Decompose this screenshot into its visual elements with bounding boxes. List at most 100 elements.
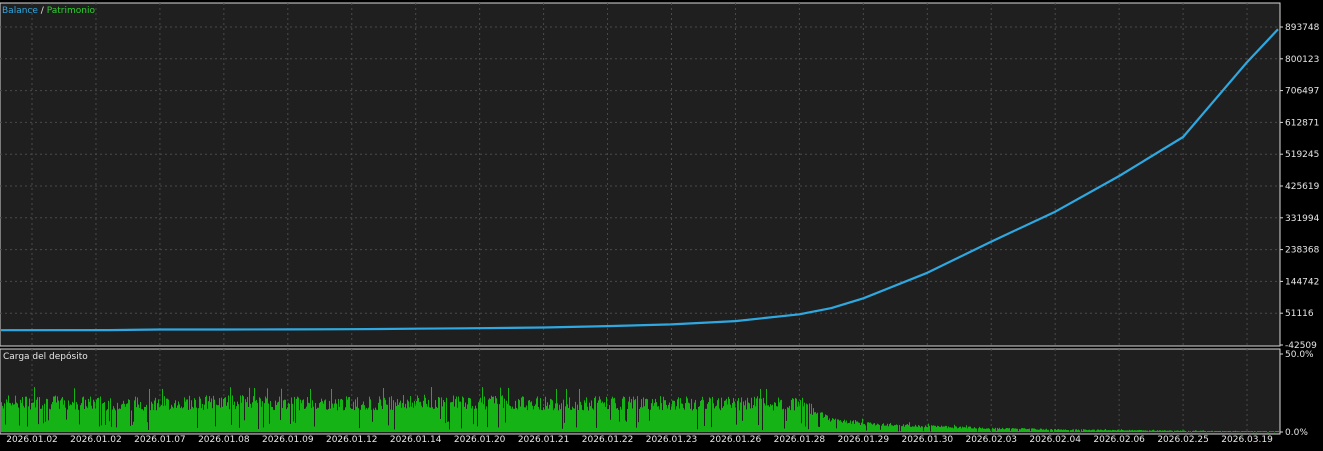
deposit-load-bar bbox=[731, 407, 732, 432]
deposit-load-bar bbox=[715, 406, 716, 432]
deposit-load-bar bbox=[682, 403, 683, 432]
deposit-load-bar bbox=[205, 396, 206, 432]
deposit-load-bar bbox=[643, 397, 644, 432]
deposit-load-bar bbox=[958, 427, 959, 432]
deposit-load-bar bbox=[258, 429, 259, 432]
deposit-load-bar bbox=[113, 406, 114, 432]
deposit-load-bar bbox=[124, 403, 125, 432]
deposit-load-bar bbox=[655, 398, 656, 432]
deposit-load-bar bbox=[1083, 429, 1084, 432]
deposit-load-bar bbox=[694, 402, 695, 432]
deposit-load-bar bbox=[930, 431, 931, 432]
deposit-load-bar bbox=[459, 401, 460, 432]
deposit-load-bar bbox=[1254, 431, 1255, 432]
deposit-load-bar bbox=[470, 398, 471, 432]
deposit-load-bar bbox=[175, 400, 176, 432]
deposit-load-bar bbox=[1118, 429, 1119, 432]
deposit-load-bar bbox=[477, 426, 478, 432]
deposit-load-bar bbox=[42, 405, 43, 432]
deposit-load-bar bbox=[833, 418, 834, 432]
deposit-load-bar bbox=[647, 399, 648, 432]
deposit-load-bar bbox=[545, 396, 546, 432]
deposit-load-bar bbox=[642, 407, 643, 432]
deposit-load-bar bbox=[257, 402, 258, 432]
deposit-load-bar bbox=[675, 409, 676, 432]
deposit-load-bar bbox=[1037, 429, 1038, 432]
deposit-load-bar bbox=[266, 398, 267, 432]
deposit-load-bar bbox=[314, 426, 315, 432]
deposit-load-bar bbox=[523, 396, 524, 432]
deposit-load-bar bbox=[481, 402, 482, 432]
deposit-load-bar bbox=[687, 398, 688, 432]
deposit-load-bar bbox=[979, 426, 980, 432]
deposit-load-bar bbox=[582, 409, 583, 432]
deposit-load-bar bbox=[985, 428, 986, 432]
x-tick-label: 2026.02.25 bbox=[1157, 435, 1209, 445]
deposit-load-bar bbox=[712, 396, 713, 432]
deposit-load-bar bbox=[322, 401, 323, 432]
deposit-load-bar bbox=[939, 426, 940, 432]
deposit-load-bar bbox=[404, 407, 405, 432]
deposit-load-bar bbox=[447, 421, 448, 432]
deposit-load-bar bbox=[664, 400, 665, 432]
deposit-load-bar bbox=[1084, 429, 1085, 432]
deposit-load-bar bbox=[1089, 429, 1090, 432]
deposit-load-bar bbox=[1170, 430, 1171, 432]
x-tick-label: 2026.02.03 bbox=[965, 435, 1017, 445]
deposit-load-bar bbox=[512, 406, 513, 432]
deposit-load-bar bbox=[486, 406, 487, 432]
deposit-load-bar bbox=[814, 412, 815, 432]
deposit-load-bar bbox=[1198, 431, 1199, 432]
deposit-load-bar bbox=[1190, 431, 1191, 432]
deposit-load-bar bbox=[439, 397, 440, 432]
deposit-load-bar bbox=[888, 426, 889, 432]
deposit-load-bar bbox=[769, 406, 770, 432]
deposit-load-bar bbox=[356, 406, 357, 432]
deposit-load-bar bbox=[295, 422, 296, 432]
deposit-load-bar bbox=[49, 408, 50, 432]
deposit-load-bar bbox=[527, 410, 528, 432]
deposit-load-bar bbox=[460, 401, 461, 432]
deposit-load-bar bbox=[672, 400, 673, 432]
deposit-load-bar bbox=[729, 398, 730, 432]
deposit-load-bar bbox=[605, 406, 606, 432]
deposit-load-bar bbox=[834, 419, 835, 432]
deposit-load-bar bbox=[531, 401, 532, 432]
deposit-load-bar bbox=[801, 423, 802, 432]
deposit-load-bar bbox=[327, 409, 328, 432]
deposit-load-bar bbox=[782, 409, 783, 432]
deposit-load-bar bbox=[1100, 429, 1101, 432]
deposit-load-bar bbox=[1239, 431, 1240, 432]
deposit-load-bar bbox=[45, 421, 46, 432]
deposit-load-bar bbox=[978, 428, 979, 432]
deposit-load-bar bbox=[212, 408, 213, 432]
deposit-load-bar bbox=[202, 403, 203, 432]
deposit-load-bar bbox=[552, 400, 553, 432]
deposit-load-bar bbox=[65, 407, 66, 432]
deposit-load-bar bbox=[1160, 430, 1161, 432]
deposit-load-bar bbox=[70, 404, 71, 432]
deposit-load-bar bbox=[502, 395, 503, 432]
deposit-load-bar bbox=[255, 401, 256, 432]
deposit-load-bar bbox=[740, 402, 741, 432]
deposit-load-bar bbox=[1267, 431, 1268, 433]
deposit-load-bar bbox=[449, 429, 450, 432]
deposit-load-bar bbox=[115, 410, 116, 432]
deposit-load-bar bbox=[259, 397, 260, 432]
deposit-load-bar bbox=[441, 397, 442, 432]
deposit-load-bar bbox=[524, 407, 525, 432]
deposit-load-bar bbox=[1176, 430, 1177, 432]
deposit-load-bar bbox=[500, 387, 501, 432]
deposit-load-bar bbox=[210, 402, 211, 432]
deposit-load-bar bbox=[652, 399, 653, 432]
deposit-load-bar bbox=[50, 409, 51, 432]
deposit-load-bar bbox=[62, 397, 63, 432]
deposit-load-bar bbox=[25, 396, 26, 432]
deposit-load-bar bbox=[21, 402, 22, 432]
deposit-load-bar bbox=[641, 399, 642, 432]
deposit-load-bar bbox=[723, 406, 724, 432]
deposit-load-bar bbox=[287, 407, 288, 432]
deposit-load-bar bbox=[710, 398, 711, 432]
deposit-load-bar bbox=[1019, 429, 1020, 432]
deposit-load-bar bbox=[966, 425, 967, 432]
